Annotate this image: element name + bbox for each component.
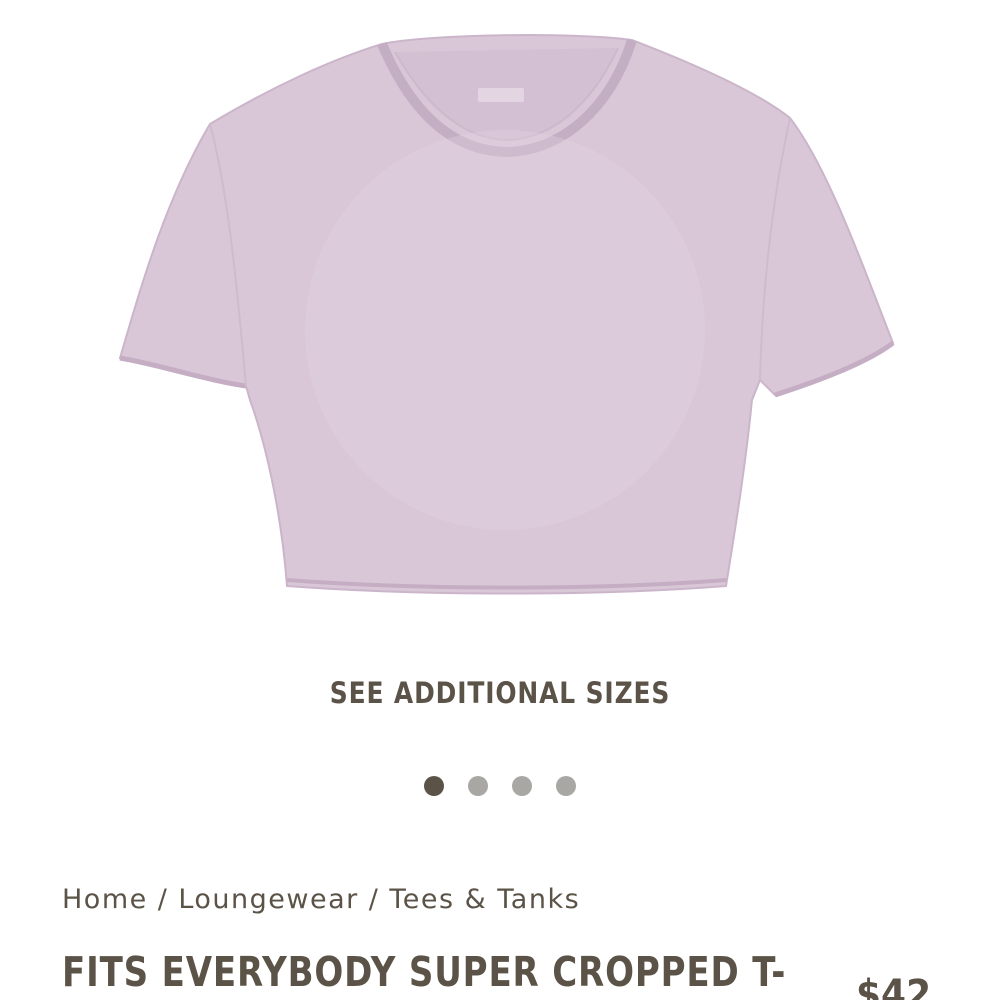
product-page: SEE ADDITIONAL SIZES Home / Loungewear / Tee… xyxy=(0,0,1000,1000)
breadcrumb-separator: / xyxy=(368,884,380,915)
carousel-indicators xyxy=(0,776,1000,796)
breadcrumb-home[interactable]: Home xyxy=(62,884,148,915)
neck-label xyxy=(478,88,524,102)
product-price: $42 xyxy=(856,972,932,1000)
breadcrumb-tees-tanks[interactable]: Tees & Tanks xyxy=(389,884,580,915)
carousel-dot-1[interactable] xyxy=(424,776,444,796)
see-additional-sizes-link[interactable]: SEE ADDITIONAL SIZES xyxy=(70,676,930,710)
carousel-dot-3[interactable] xyxy=(512,776,532,796)
carousel-dot-4[interactable] xyxy=(556,776,576,796)
breadcrumb: Home / Loungewear / Tees & Tanks xyxy=(62,884,580,915)
product-photo[interactable] xyxy=(0,0,1000,640)
carousel-dot-2[interactable] xyxy=(468,776,488,796)
breadcrumb-loungewear[interactable]: Loungewear xyxy=(178,884,358,915)
breadcrumb-separator: / xyxy=(157,884,169,915)
product-title: FITS EVERYBODY SUPER CROPPED T- xyxy=(62,948,787,996)
